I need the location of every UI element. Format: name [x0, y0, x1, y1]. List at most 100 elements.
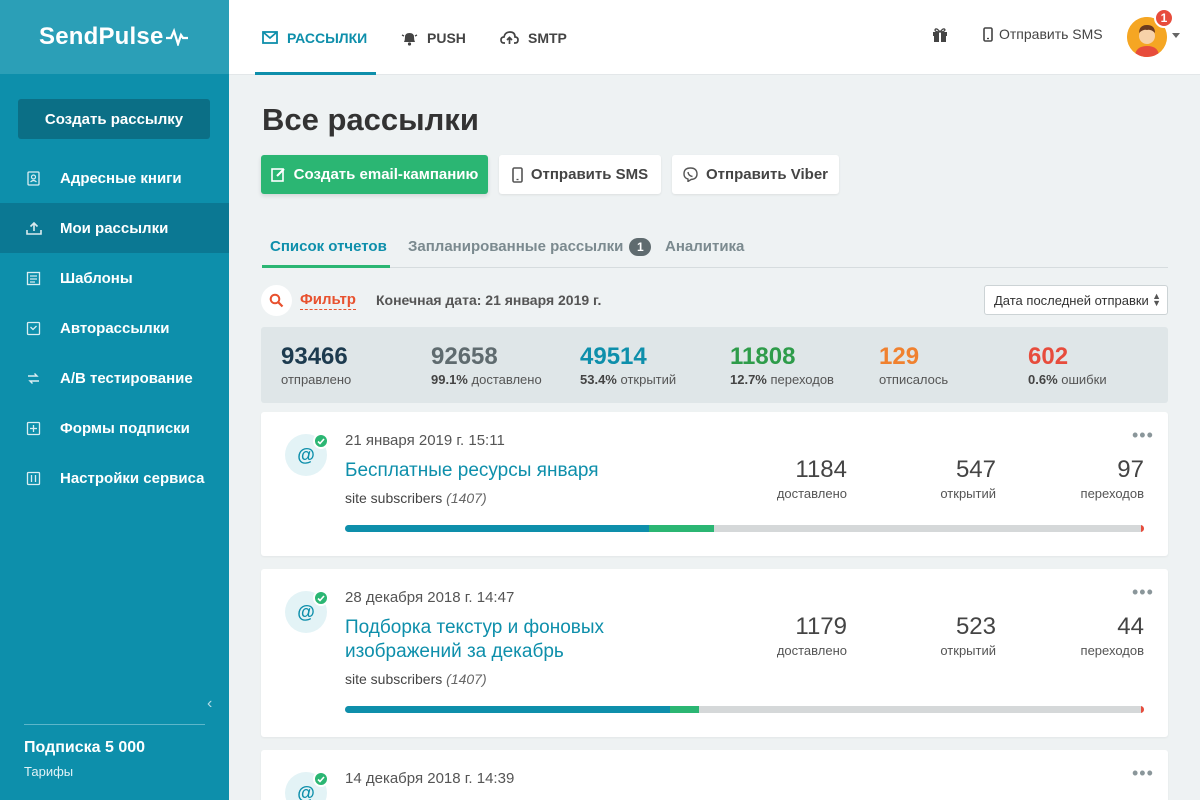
gift-icon[interactable] — [932, 26, 948, 48]
sidebar-item-label: Адресные книги — [60, 169, 182, 187]
stat-value: 11808 — [730, 343, 796, 370]
phone-icon — [983, 26, 993, 42]
tab-campaigns[interactable]: РАССЫЛКИ — [262, 0, 367, 75]
tab-label: РАССЫЛКИ — [287, 29, 368, 46]
sidebar-item-templates[interactable]: Шаблоны — [0, 253, 229, 303]
sidebar-item-label: Авторассылки — [60, 319, 170, 337]
campaign-title[interactable]: Бесплатные ресурсы января — [345, 459, 675, 483]
more-icon[interactable]: ••• — [1132, 426, 1154, 444]
bell-icon — [401, 30, 418, 46]
tab-push[interactable]: PUSH — [401, 0, 466, 75]
stat-value: 49514 — [580, 343, 647, 370]
metric-clicks: 44 переходов — [1080, 613, 1144, 658]
button-label: Отправить SMS — [530, 166, 649, 183]
form-icon — [25, 420, 42, 437]
sidebar-divider — [24, 724, 205, 725]
stat-unsubscribed: 129 отписалось — [879, 343, 948, 387]
tab-label: SMTP — [528, 29, 567, 46]
tab-smtp[interactable]: SMTP — [500, 0, 567, 75]
sidebar-item-label: Шаблоны — [60, 269, 133, 287]
stat-clicks: 11808 12.7% переходов — [730, 343, 834, 387]
stat-label: 0.6% ошибки — [1028, 372, 1107, 387]
stat-value: 129 — [879, 343, 920, 370]
metric-clicks: 97 переходов — [1080, 456, 1144, 501]
sidebar: SendPulse Создать рассылку Адресные книг… — [0, 0, 229, 800]
progress-clicks — [670, 706, 699, 713]
sort-select[interactable]: Дата последней отправки ▲ ▼ — [984, 285, 1168, 315]
check-icon — [313, 433, 329, 449]
button-label: Создать email-кампанию — [293, 166, 479, 183]
cloud-upload-icon — [500, 30, 519, 45]
filter-summary: Конечная дата: 21 января 2019 г. — [376, 292, 602, 308]
stat-label: отписалось — [879, 372, 949, 387]
search-icon[interactable] — [261, 285, 292, 316]
stat-opens: 49514 53.4% открытий — [580, 343, 676, 387]
sidebar-item-autoresponders[interactable]: Авторассылки — [0, 303, 229, 353]
stat-errors: 602 0.6% ошибки — [1028, 343, 1107, 387]
progress-opens — [345, 525, 649, 532]
tab-analytics[interactable]: Аналитика — [665, 225, 744, 268]
campaign-progress-bar — [345, 706, 1144, 713]
sort-arrows-icon: ▲ ▼ — [1152, 291, 1161, 308]
send-sms-label: Отправить SMS — [999, 26, 1103, 42]
sidebar-item-address-books[interactable]: Адресные книги — [0, 153, 229, 203]
send-sms-top-button[interactable]: Отправить SMS — [983, 26, 1103, 42]
logo-text: SendPulse — [39, 23, 164, 50]
more-icon[interactable]: ••• — [1132, 764, 1154, 782]
sidebar-item-subscription-forms[interactable]: Формы подписки — [0, 403, 229, 453]
button-label: Отправить Viber — [706, 166, 828, 183]
tab-scheduled[interactable]: Запланированные рассылки 1 — [408, 225, 652, 268]
campaign-progress-bar — [345, 525, 1144, 532]
tab-label: Запланированные рассылки — [408, 238, 624, 255]
sidebar-item-label: Мои рассылки — [60, 219, 169, 237]
address-book-icon — [25, 170, 42, 187]
metric-delivered: 1184 доставлено — [776, 456, 847, 501]
progress-clicks — [648, 525, 715, 532]
pulse-icon — [165, 28, 188, 46]
viber-icon — [683, 167, 698, 182]
logo[interactable]: SendPulse — [39, 23, 188, 51]
stats-summary: 93466 отправлено 92658 99.1% доставлено … — [261, 327, 1168, 403]
stat-label: 53.4% открытий — [580, 372, 677, 387]
sidebar-item-service-settings[interactable]: Настройки сервиса — [0, 453, 229, 503]
send-viber-button[interactable]: Отправить Viber — [672, 155, 839, 194]
pricing-link[interactable]: Тарифы — [24, 764, 73, 779]
top-bar: РАССЫЛКИ PUSH SMTP Отправить SMS 1 — [229, 0, 1200, 75]
sidebar-item-ab-testing[interactable]: A/B тестирование — [0, 353, 229, 403]
stat-value: 92658 — [431, 343, 498, 370]
ab-test-icon — [25, 370, 42, 387]
campaign-list: site subscribers (1407) — [345, 671, 487, 687]
progress-opens — [345, 706, 671, 713]
campaign-card[interactable]: @ 14 декабря 2018 г. 14:39 ••• — [261, 750, 1168, 800]
chevron-down-icon[interactable] — [1172, 33, 1180, 38]
tab-report-list[interactable]: Список отчетов — [270, 225, 387, 268]
sidebar-item-my-campaigns[interactable]: Мои рассылки — [0, 203, 229, 253]
campaign-card[interactable]: @ 21 января 2019 г. 15:11 Бесплатные рес… — [261, 412, 1168, 556]
stat-label: 99.1% доставлено — [431, 372, 542, 387]
progress-errors — [1141, 706, 1144, 713]
stat-label: 12.7% переходов — [730, 372, 834, 387]
create-email-campaign-button[interactable]: Создать email-кампанию — [261, 155, 488, 194]
metric-delivered: 1179 доставлено — [776, 613, 847, 658]
sidebar-item-label: Настройки сервиса — [60, 469, 205, 487]
campaign-title[interactable]: Подборка текстур и фоновых изображений з… — [345, 616, 675, 664]
check-icon — [313, 771, 329, 787]
campaign-date: 21 января 2019 г. 15:11 — [345, 432, 505, 449]
logo-bar: SendPulse — [0, 0, 229, 74]
check-icon — [313, 590, 329, 606]
stat-label: отправлено — [281, 372, 352, 387]
more-icon[interactable]: ••• — [1132, 583, 1154, 601]
sort-value: Дата последней отправки — [994, 292, 1149, 308]
send-sms-button[interactable]: Отправить SMS — [499, 155, 661, 194]
active-tab-indicator — [255, 72, 376, 75]
active-subtab-indicator — [262, 265, 390, 268]
sidebar-nav: Адресные книги Мои рассылки Шаблоны Авто… — [0, 153, 229, 503]
tab-label: PUSH — [427, 29, 466, 46]
campaign-card[interactable]: @ 28 декабря 2018 г. 14:47 Подборка текс… — [261, 569, 1168, 737]
stat-delivered: 92658 99.1% доставлено — [431, 343, 542, 387]
create-campaign-button[interactable]: Создать рассылку — [18, 99, 210, 139]
metric-opens: 547 открытий — [940, 456, 996, 501]
edit-icon — [270, 167, 286, 182]
collapse-sidebar-icon[interactable]: ‹ — [207, 695, 212, 713]
filter-link[interactable]: Фильтр — [300, 291, 356, 310]
